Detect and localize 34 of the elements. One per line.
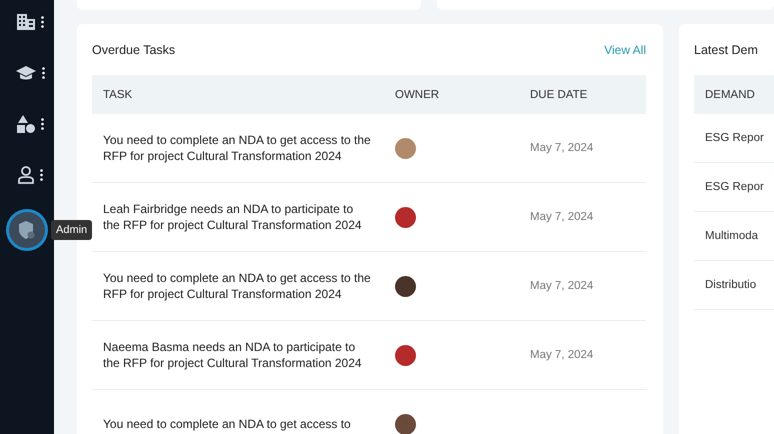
table-cell: ESG Repor <box>705 181 764 193</box>
avatar <box>395 138 416 158</box>
building-icon <box>16 14 34 30</box>
table-cell-text: May 7, 2024 <box>530 280 594 292</box>
table-cell-text: Leah Fairbridge needs an NDA to participate to the RFP for project Cultural Transformation 2024 <box>103 201 363 233</box>
card-title: Latest Dem <box>694 43 758 57</box>
column-header: OWNER <box>395 88 440 100</box>
table-cell-text: May 7, 2024 <box>530 142 594 154</box>
table-cell: Distributio <box>705 279 756 291</box>
column-header: DUE DATE <box>530 88 588 100</box>
card-title: Overdue Tasks <box>92 43 176 57</box>
avatar <box>395 344 416 366</box>
column-header: TASK <box>103 88 134 100</box>
table-cell-text: You need to complete an NDA to get access to <box>103 416 352 432</box>
shield-icon <box>19 221 35 239</box>
kebab-icon[interactable] <box>40 169 42 181</box>
table-cell: ESG Repor <box>705 132 764 144</box>
avatar <box>395 414 416 434</box>
shapes-icon <box>16 115 34 133</box>
table-cell-text: Naeema Basma needs an NDA to participate to the RFP for project Cultural Transformation 2024 <box>103 339 363 371</box>
kebab-icon[interactable] <box>40 16 44 28</box>
kebab-icon[interactable] <box>40 118 44 130</box>
table-cell-text: May 7, 2024 <box>530 349 594 361</box>
table-cell-text: May 7, 2024 <box>530 211 594 223</box>
table-cell: Multimoda <box>705 230 758 242</box>
column-header: DEMAND <box>705 88 755 100</box>
graduation-cap-icon <box>16 66 36 80</box>
tooltip: Admin <box>51 220 92 240</box>
table-cell-text: You need to complete an NDA to get access to the RFP for project Cultural Transformation 2024 <box>103 132 372 164</box>
avatar <box>395 276 416 296</box>
user-icon <box>18 166 34 184</box>
table-cell-text: You need to complete an NDA to get access to the RFP for project Cultural Transformation 2024 <box>103 270 372 302</box>
kebab-icon[interactable] <box>42 67 44 79</box>
avatar <box>395 206 416 228</box>
